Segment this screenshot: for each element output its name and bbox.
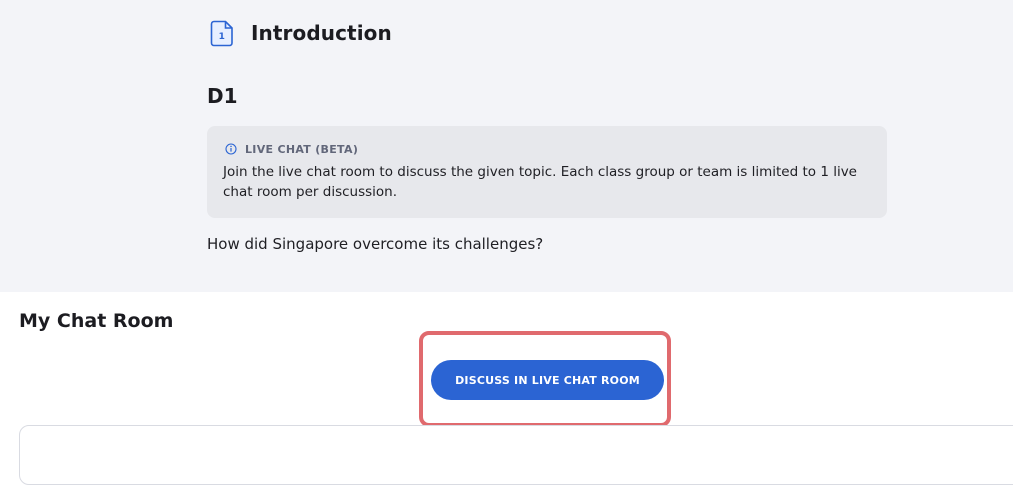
info-box-header: LIVE CHAT (BETA): [225, 141, 871, 157]
chat-room-panel: [19, 425, 1013, 485]
live-chat-info-box: LIVE CHAT (BETA) Join the live chat room…: [207, 126, 887, 218]
discuss-in-live-chat-room-button[interactable]: DISCUSS IN LIVE CHAT ROOM: [431, 360, 664, 400]
discussion-header-area: 1 Introduction D1 LIVE CHAT (BETA) Join …: [0, 0, 1013, 292]
chat-room-title: My Chat Room: [19, 310, 174, 332]
document-number-icon: 1: [210, 20, 233, 47]
discussion-title: D1: [207, 84, 238, 108]
info-icon: [225, 143, 237, 155]
discussion-question: How did Singapore overcome its challenge…: [207, 235, 544, 253]
svg-text:1: 1: [219, 32, 225, 42]
live-chat-info-text: Join the live chat room to discuss the g…: [223, 164, 857, 200]
live-chat-beta-label: LIVE CHAT (BETA): [245, 142, 359, 156]
section-title: Introduction: [251, 21, 392, 45]
section-header: 1 Introduction: [210, 18, 392, 48]
